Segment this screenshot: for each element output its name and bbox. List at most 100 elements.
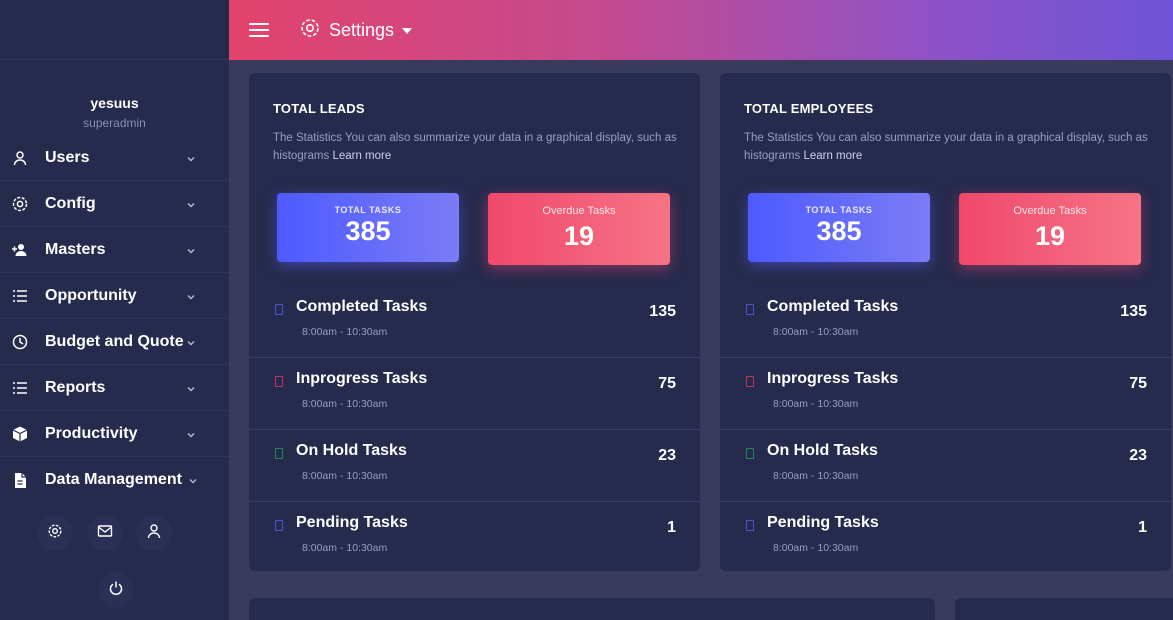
task-count: 135: [1120, 303, 1147, 320]
task-count: 75: [1129, 375, 1147, 392]
task-name: Pending Tasks: [767, 514, 879, 531]
task-count: 135: [649, 303, 676, 320]
sidebar: yesuus superadmin Users Config Masters O…: [0, 0, 229, 620]
checkbox-icon: [746, 376, 754, 387]
task-time: 8:00am - 10:30am: [302, 398, 388, 410]
task-count: 1: [1138, 519, 1147, 536]
stat-label: TOTAL TASKS: [334, 205, 402, 215]
sidebar-item-config[interactable]: Config: [0, 181, 229, 227]
stat-label: Overdue Tasks: [1013, 205, 1087, 217]
sidebar-item-label: Reports: [45, 378, 106, 396]
logout-button[interactable]: [98, 572, 134, 608]
stat-label: Overdue Tasks: [542, 205, 616, 217]
learn-more-link[interactable]: Learn more: [332, 150, 391, 162]
chevron-down-icon: [186, 151, 196, 169]
chevron-down-icon: [186, 197, 196, 215]
task-time: 8:00am - 10:30am: [773, 470, 859, 482]
task-time: 8:00am - 10:30am: [302, 326, 388, 338]
sidebar-item-data-management[interactable]: Data Management: [0, 457, 229, 503]
menu-toggle-icon[interactable]: [249, 23, 269, 37]
sidebar-item-budget-and-quote[interactable]: Budget and Quote: [0, 319, 229, 365]
list-icon: [10, 286, 30, 306]
file-icon: [10, 470, 30, 490]
task-name: Inprogress Tasks: [767, 370, 899, 387]
learn-more-link[interactable]: Learn more: [803, 150, 862, 162]
sidebar-item-productivity[interactable]: Productivity: [0, 411, 229, 457]
list-item[interactable]: Inprogress Tasks 8:00am - 10:30am 75: [720, 358, 1171, 430]
total-employees-card: TOTAL EMPLOYEES The Statistics You can a…: [720, 73, 1171, 571]
list-item[interactable]: Pending Tasks 8:00am - 10:30am 1: [249, 502, 700, 574]
stat-value: 385: [816, 216, 862, 246]
task-count: 75: [658, 375, 676, 392]
user-icon: [10, 148, 30, 168]
checkbox-icon: [746, 304, 754, 315]
stat-value: 385: [345, 216, 391, 246]
sidebar-item-label: Config: [45, 194, 96, 212]
total-tasks-stat: TOTAL TASKS 385: [277, 193, 459, 262]
stat-value: 19: [1034, 221, 1066, 251]
chevron-down-icon: [188, 473, 198, 491]
checkbox-icon: [275, 304, 283, 315]
list-item[interactable]: Completed Tasks 8:00am - 10:30am 135: [249, 286, 700, 358]
sidebar-item-label: Budget and Quote: [45, 332, 184, 350]
list-item[interactable]: On Hold Tasks 8:00am - 10:30am 23: [249, 430, 700, 502]
task-time: 8:00am - 10:30am: [302, 542, 388, 554]
list-item[interactable]: Inprogress Tasks 8:00am - 10:30am 75: [249, 358, 700, 430]
cube-icon: [10, 424, 30, 444]
user-icon: [147, 523, 161, 544]
sidebar-item-users[interactable]: Users: [0, 135, 229, 181]
sidebar-item-label: Opportunity: [45, 286, 137, 304]
settings-button[interactable]: [37, 515, 73, 551]
lower-card-right: [955, 598, 1173, 620]
chevron-down-icon: [186, 243, 196, 261]
settings-dropdown[interactable]: Settings: [299, 17, 413, 44]
gear-icon: [299, 17, 321, 44]
task-name: Completed Tasks: [296, 298, 428, 315]
profile-button[interactable]: [136, 515, 172, 551]
sidebar-item-masters[interactable]: Masters: [0, 227, 229, 273]
card-title: TOTAL LEADS: [273, 101, 365, 116]
task-time: 8:00am - 10:30am: [773, 542, 859, 554]
card-title: TOTAL EMPLOYEES: [744, 101, 874, 116]
user-plus-icon: [10, 240, 30, 260]
task-count: 23: [1129, 447, 1147, 464]
task-count: 23: [658, 447, 676, 464]
checkbox-icon: [746, 520, 754, 531]
task-time: 8:00am - 10:30am: [302, 470, 388, 482]
sidebar-item-label: Data Management: [45, 471, 182, 488]
checkbox-icon: [746, 448, 754, 459]
chevron-down-icon: [186, 427, 196, 445]
checkbox-icon: [275, 448, 283, 459]
gear-icon: [47, 523, 63, 544]
stat-label: TOTAL TASKS: [805, 205, 873, 215]
list-item[interactable]: On Hold Tasks 8:00am - 10:30am 23: [720, 430, 1171, 502]
sidebar-item-opportunity[interactable]: Opportunity: [0, 273, 229, 319]
gear-icon: [10, 194, 30, 214]
overdue-tasks-stat: Overdue Tasks 19: [959, 193, 1141, 265]
caret-down-icon: [402, 21, 413, 39]
card-description: The Statistics You can also summarize yo…: [273, 129, 683, 165]
user-name: yesuus: [90, 95, 139, 111]
chevron-down-icon: [186, 381, 196, 399]
checkbox-icon: [275, 520, 283, 531]
task-name: Pending Tasks: [296, 514, 408, 531]
list-item[interactable]: Pending Tasks 8:00am - 10:30am 1: [720, 502, 1171, 574]
settings-label: Settings: [329, 19, 395, 40]
mail-button[interactable]: [86, 515, 123, 551]
stat-value: 19: [563, 221, 595, 251]
sidebar-item-label: Users: [45, 148, 90, 166]
task-name: Completed Tasks: [767, 298, 899, 315]
user-role: superadmin: [83, 116, 146, 130]
task-time: 8:00am - 10:30am: [773, 398, 859, 410]
sidebar-bottom-actions: [0, 515, 229, 551]
list-item[interactable]: Completed Tasks 8:00am - 10:30am 135: [720, 286, 1171, 358]
overdue-tasks-stat: Overdue Tasks 19: [488, 193, 670, 265]
sidebar-item-reports[interactable]: Reports: [0, 365, 229, 411]
power-icon: [108, 580, 124, 601]
task-name: Inprogress Tasks: [296, 370, 428, 387]
list-icon: [10, 378, 30, 398]
sidebar-menu: Users Config Masters Opportunity Budget …: [0, 135, 229, 503]
task-name: On Hold Tasks: [767, 442, 878, 459]
mail-icon: [97, 524, 113, 543]
total-tasks-stat: TOTAL TASKS 385: [748, 193, 930, 262]
